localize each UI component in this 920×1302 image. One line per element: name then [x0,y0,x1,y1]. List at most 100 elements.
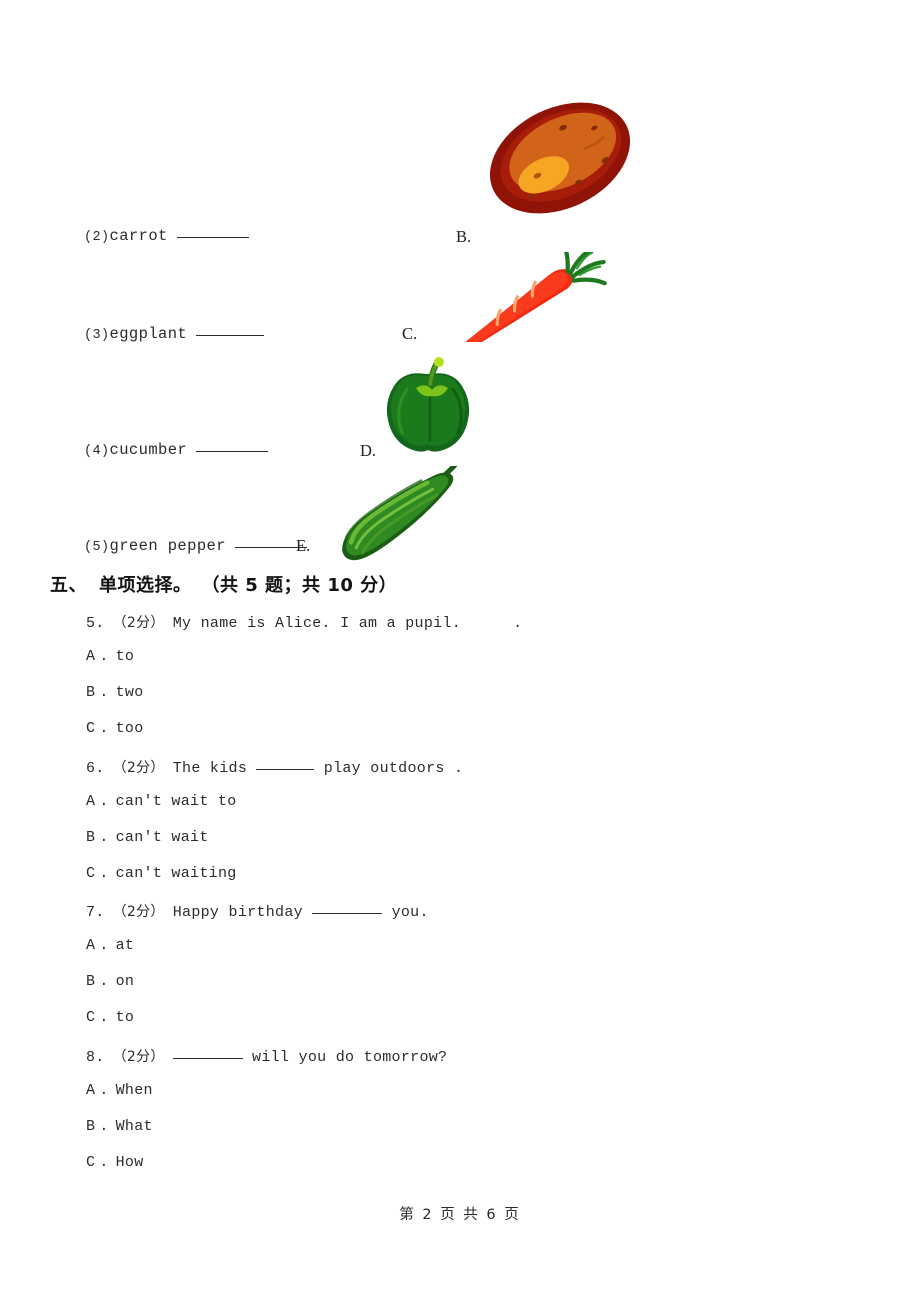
choice-c[interactable]: C. to [86,1009,134,1026]
question-points: （2分） [112,1049,165,1065]
carrot-illustration [436,252,616,342]
question-stem: 7. （2分） Happy birthday you. [86,901,429,921]
stem-text: Happy birthday [172,904,303,921]
choice-text: What [115,1118,153,1135]
section-heading: 五、 单项选择。 （共 5 题；共 10 分） [50,571,397,597]
choice-c[interactable]: C. How [86,1154,144,1171]
section-meta: （共 5 题；共 10 分） [201,575,398,596]
choice-b[interactable]: B. on [86,973,134,990]
list-item: (2)carrot [84,227,249,245]
choice-label: B [86,684,96,701]
section-number: 五、 [50,575,87,596]
stem-blank[interactable] [312,913,383,914]
choice-a[interactable]: A. to [86,648,134,665]
choice-text: How [115,1154,144,1171]
choice-label: B [86,1118,96,1135]
choice-dot: . [99,865,109,882]
choice-text: two [115,684,144,701]
answer-blank[interactable] [196,451,269,452]
stem-text: The kids [172,760,248,777]
choice-a[interactable]: A. When [86,1082,153,1099]
green-pepper-illustration [372,344,488,456]
choice-a[interactable]: A. can't wait to [86,793,237,810]
potato-illustration [480,88,640,228]
list-item: (4)cucumber [84,441,269,459]
choice-dot: . [99,793,109,810]
question-stem: 5. （2分） My name is Alice. I am a pupil.. [86,612,522,632]
choice-b[interactable]: B. two [86,684,144,701]
choice-b[interactable]: B. What [86,1118,153,1135]
choice-dot: . [99,1009,109,1026]
answer-blank[interactable] [176,237,249,238]
question-stem: 8. （2分） will you do tomorrow? [86,1046,447,1066]
list-item-word: carrot [109,227,168,245]
choice-label: B [86,973,96,990]
stem-tail: will you do tomorrow? [252,1049,448,1066]
choice-text: too [115,720,144,737]
choice-dot: . [99,1082,109,1099]
choice-dot: . [99,720,109,737]
stem-tail: play outdoors . [323,760,464,777]
choice-dot: . [99,648,109,665]
question-points: （2分） [112,904,165,920]
choice-dot: . [99,937,109,954]
choice-label: A [86,937,96,954]
stem-tail: you. [391,904,429,921]
choice-text: on [115,973,135,990]
list-item: (3)eggplant [84,325,265,343]
choice-dot: . [99,1118,109,1135]
choice-c[interactable]: C. too [86,720,144,737]
option-letter-d: D. [360,441,377,460]
answer-blank[interactable] [196,335,265,336]
choice-label: C [86,720,96,737]
question-number: 6. [86,760,105,777]
choice-dot: . [99,1154,109,1171]
choice-text: can't wait to [115,793,237,810]
choice-dot: . [99,684,109,701]
choice-dot: . [99,829,109,846]
stem-blank[interactable] [172,1058,243,1059]
question-points: （2分） [112,760,165,776]
section-title: 单项选择。 [99,575,192,596]
choice-text: When [115,1082,153,1099]
choice-dot: . [99,973,109,990]
stem-blank[interactable] [256,769,315,770]
choice-label: A [86,1082,96,1099]
choice-text: can't wait [115,829,209,846]
list-item-index: (4) [84,444,110,459]
choice-label: B [86,829,96,846]
list-item-index: (2) [84,230,110,245]
choice-label: A [86,793,96,810]
question-points: （2分） [112,615,165,631]
choice-label: C [86,865,96,882]
list-item: (5)green pepper [84,537,307,555]
list-item-word: eggplant [109,325,188,343]
exam-page: (2)carrot (3)eggplant (4)cucumber (5)gre… [0,0,920,1302]
choice-text: to [115,1009,135,1026]
list-item-word: cucumber [109,441,188,459]
page-footer: 第 2 页 共 6 页 [399,1207,521,1223]
matching-exercise: (2)carrot (3)eggplant (4)cucumber (5)gre… [0,0,920,566]
option-letter-e: E. [296,536,311,555]
question-stem: 6. （2分） The kids play outdoors . [86,757,463,777]
list-item-word: green pepper [109,537,226,555]
choice-b[interactable]: B. can't wait [86,829,209,846]
stem-tail: . [513,615,523,632]
question-number: 8. [86,1049,105,1066]
stem-text: My name is Alice. I am a pupil. [172,615,462,632]
choice-label: A [86,648,96,665]
choice-text: at [115,937,135,954]
choice-label: C [86,1009,96,1026]
choice-text: can't waiting [115,865,237,882]
choice-text: to [115,648,135,665]
choice-a[interactable]: A. at [86,937,134,954]
choice-label: C [86,1154,96,1171]
option-letter-b: B. [456,227,472,246]
question-number: 5. [86,615,105,632]
list-item-index: (5) [84,540,110,555]
cucumber-illustration [312,466,488,562]
choice-c[interactable]: C. can't waiting [86,865,237,882]
option-letter-c: C. [402,324,418,343]
question-number: 7. [86,904,105,921]
list-item-index: (3) [84,328,110,343]
